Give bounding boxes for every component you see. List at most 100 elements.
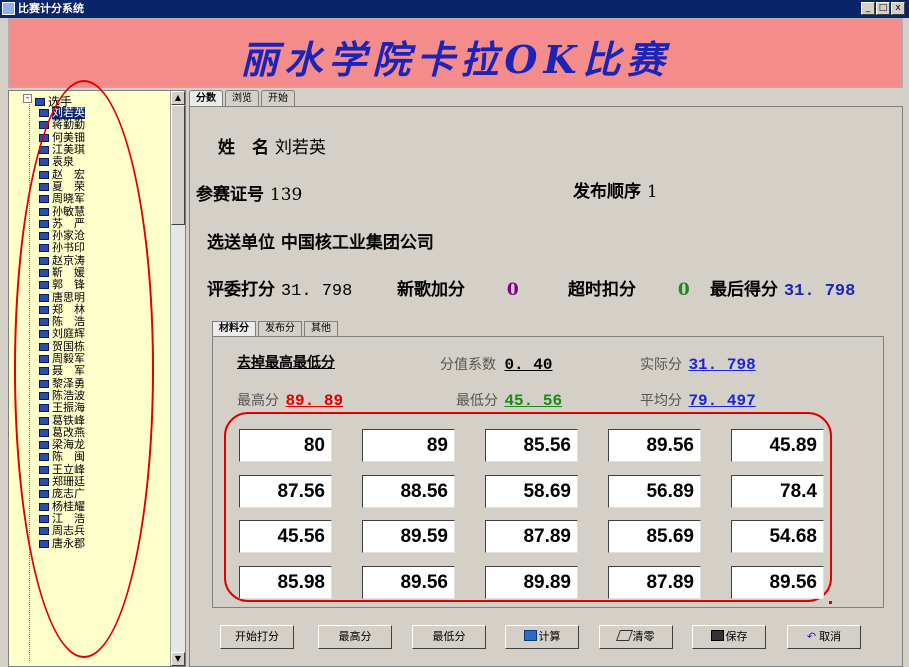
person-node-icon: [39, 367, 49, 376]
minimize-icon[interactable]: _: [861, 2, 875, 15]
person-node-icon: [39, 269, 49, 277]
tree-item-label: 江 浩: [52, 511, 85, 525]
tree-scrollbar[interactable]: ▲ ▼: [170, 91, 185, 666]
person-node-icon: [39, 281, 49, 290]
tree-item[interactable]: 刘若英: [39, 107, 171, 120]
tab-publish-score[interactable]: 发布分: [258, 321, 302, 336]
tree-item[interactable]: 周志兵: [39, 525, 171, 537]
person-node-icon: [39, 453, 49, 462]
person-node-icon: [39, 244, 49, 253]
tree-item[interactable]: 刘庭辉: [39, 328, 171, 340]
avg-value: 79. 497: [688, 392, 756, 410]
score-input[interactable]: 89.56: [362, 566, 455, 599]
tree-item[interactable]: 周晓军: [39, 193, 171, 205]
clear-button[interactable]: 清零: [599, 625, 673, 649]
min-score-button[interactable]: 最低分: [412, 625, 486, 649]
tab-start[interactable]: 开始: [261, 90, 295, 106]
score-input[interactable]: 89.89: [485, 566, 578, 599]
tree-item[interactable]: 赵 宏: [39, 168, 171, 180]
tab-score[interactable]: 分数: [189, 90, 223, 106]
tree-item[interactable]: 唐永郡: [39, 537, 171, 549]
scroll-thumb[interactable]: [171, 105, 185, 225]
tree-item[interactable]: 靳 媛: [39, 267, 171, 279]
score-input[interactable]: 89: [362, 429, 455, 462]
tree-item[interactable]: 陈 闽: [39, 451, 171, 463]
tree-item-label: 孙敏慧: [52, 204, 85, 218]
id-value: 139: [269, 185, 303, 205]
score-input[interactable]: 45.56: [239, 520, 332, 553]
max-score-button[interactable]: 最高分: [318, 625, 392, 649]
banner-title: 丽水学院卡拉OK比赛: [240, 37, 671, 82]
score-input[interactable]: 85.56: [485, 429, 578, 462]
collapse-icon[interactable]: -: [23, 94, 32, 103]
score-input[interactable]: 87.89: [608, 566, 701, 599]
tree-item-label: 袁泉: [52, 155, 74, 169]
clear-label: 清零: [632, 630, 655, 643]
undo-icon: ↶: [806, 630, 817, 643]
tree-item-label: 聂 军: [52, 364, 85, 378]
person-node-icon: [39, 355, 49, 364]
score-input[interactable]: 87.56: [239, 475, 332, 508]
score-input[interactable]: 78.4: [731, 475, 824, 508]
score-input[interactable]: 87.89: [485, 520, 578, 553]
tree-item[interactable]: 王振海: [39, 402, 171, 414]
tree-item[interactable]: 孙敏慧: [39, 205, 171, 217]
name-row: 姓 名 刘若英: [218, 133, 326, 158]
tree-item-label: 赵 宏: [52, 167, 85, 181]
tab-other[interactable]: 其他: [304, 321, 338, 336]
score-input[interactable]: 89.56: [608, 429, 701, 462]
maximize-icon[interactable]: □: [876, 2, 890, 15]
tree-item[interactable]: 葛铁峰: [39, 414, 171, 426]
score-input[interactable]: 80: [239, 429, 332, 462]
tree-item[interactable]: 聂 军: [39, 365, 171, 377]
score-input[interactable]: 89.59: [362, 520, 455, 553]
score-input[interactable]: 58.69: [485, 475, 578, 508]
overtime-value: 0: [677, 280, 690, 300]
min-label: 最低分: [456, 393, 498, 409]
tree-item[interactable]: 赵京涛: [39, 254, 171, 267]
score-input[interactable]: 45.89: [731, 429, 824, 462]
tree-item[interactable]: 江 浩: [39, 511, 171, 525]
cancel-button[interactable]: ↶ 取消: [787, 625, 861, 649]
person-node-icon: [39, 318, 49, 327]
tree-item[interactable]: 孙家沧: [39, 230, 171, 242]
tree-item[interactable]: 夏 荣: [39, 180, 171, 193]
unit-value: 中国核工业集团公司: [280, 233, 434, 253]
score-input[interactable]: 89.56: [731, 566, 824, 599]
tree-item[interactable]: 周毅军: [39, 353, 171, 365]
tree-item[interactable]: 杨桂耀: [39, 500, 171, 513]
tab-browse[interactable]: 浏览: [225, 90, 259, 106]
score-input[interactable]: 85.98: [239, 566, 332, 599]
person-node-icon: [39, 502, 49, 511]
score-input[interactable]: 88.56: [362, 475, 455, 508]
tree-item-label: 周志兵: [52, 524, 85, 538]
tree-item[interactable]: 唐思明: [39, 291, 171, 303]
tree-item[interactable]: 黎泽勇: [39, 376, 171, 390]
scroll-up-icon[interactable]: ▲: [171, 91, 185, 105]
start-scoring-button[interactable]: 开始打分: [220, 625, 294, 649]
tree-item[interactable]: 庞志广: [39, 488, 171, 500]
tree-item-label: 黎泽勇: [52, 376, 85, 390]
tree-item[interactable]: 何美钿: [39, 131, 171, 144]
overtime-row: 超时扣分 0: [568, 275, 690, 300]
tree-item[interactable]: 孙书印: [39, 242, 171, 254]
person-node-icon: [39, 428, 49, 437]
tab-material-score[interactable]: 材料分: [212, 321, 256, 336]
contestant-tree: - 选手 刘若英 蒋勤勤 何美钿 江美琪 袁泉赵 宏夏 荣周晓军 孙敏慧苏 严孙家沧 孙书印…: [8, 90, 186, 667]
person-node-icon: [39, 441, 49, 450]
window-controls: _ □ x: [861, 2, 905, 15]
min-score-label: 最低分: [432, 630, 466, 643]
tree-item[interactable]: 蒋勤勤: [39, 119, 171, 131]
final-value: 31. 798: [783, 282, 856, 301]
save-button[interactable]: 保存: [692, 625, 766, 649]
person-node-icon: [39, 133, 49, 142]
scroll-down-icon[interactable]: ▼: [171, 652, 185, 666]
score-input[interactable]: 54.68: [731, 520, 824, 553]
score-input[interactable]: 85.69: [608, 520, 701, 553]
score-input[interactable]: 56.89: [608, 475, 701, 508]
tree-item[interactable]: 郭 锋: [39, 279, 171, 291]
actual-label: 实际分: [640, 357, 682, 373]
close-icon[interactable]: x: [891, 2, 905, 15]
calculate-button[interactable]: 计算: [505, 625, 579, 649]
tree-item[interactable]: 袁泉: [39, 156, 171, 168]
